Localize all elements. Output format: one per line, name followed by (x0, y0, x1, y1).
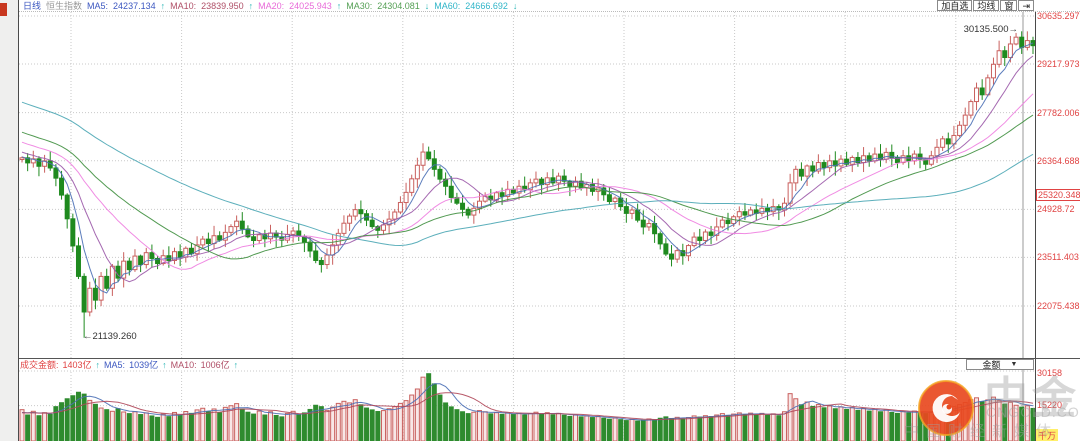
volume-tick-label: 30158 (1037, 368, 1063, 378)
sidebar-divider (18, 0, 19, 441)
price-tick-label: 30635.297 (1037, 11, 1080, 21)
ma30-arrow-icon: ↓ (424, 0, 430, 11)
ma10-label: MA10: (170, 0, 197, 11)
vol-ma10-value: 1006亿 (200, 360, 230, 370)
home-red-flag (0, 3, 7, 16)
ma5-arrow-icon: ↑ (160, 0, 166, 11)
price-tick-label: 23511.403 (1037, 252, 1079, 262)
chart-canvas[interactable] (0, 0, 1080, 441)
volume-mode-dropdown[interactable]: 金额 ▼ (966, 359, 1034, 370)
price-tick-label: 27782.006 (1037, 108, 1080, 118)
price-tick-label: 22075.438 (1037, 301, 1080, 311)
price-axis-divider (1035, 0, 1036, 441)
turnover-value: 1403亿 (62, 360, 92, 370)
volume-unit-badge: 千万 (1036, 429, 1059, 441)
turnover-arrow-icon: ↑ (95, 359, 101, 370)
high-price-annotation: 30135.500→ (963, 24, 1018, 35)
ma60-arrow-icon: ↓ (512, 0, 518, 11)
low-price-annotation: ←21139.260 (83, 331, 137, 342)
vol-ma5-label: MA5: (104, 359, 126, 370)
ma30-label: MA30: (346, 0, 373, 11)
ma10-arrow-icon: ↑ (248, 0, 254, 11)
ma20-arrow-icon: ↑ (336, 0, 342, 11)
stock-app-window: 日线 恒生指数 MA5: 24237.134 ↑ MA10: 23839.950 ↑ M… (0, 0, 1080, 441)
vol-ma5-arrow-icon: ↑ (162, 359, 167, 370)
ma30-value: 24304.081 (377, 0, 420, 11)
period-label[interactable]: 日线 (23, 0, 41, 12)
ma20-value: 24025.943 (289, 0, 332, 11)
volume-tick-label: 15220 (1037, 400, 1063, 410)
ma20-label: MA20: (258, 0, 285, 11)
window-button[interactable]: 窗 (1000, 0, 1018, 11)
volume-indicator-bar: 成交金额: 1403亿 ↑ MA5: 1039亿 ↑ MA10: 1006亿 ↑ (20, 359, 243, 370)
chart-toolbar: 加自选 均线 窗 ⇥ (936, 0, 1034, 11)
ma5-value: 24237.134 (113, 0, 156, 11)
current-price-badge: 25320.348 (1036, 189, 1080, 201)
price-tick-label: 26364.688 (1037, 156, 1080, 166)
vol-ma5-value: 1039亿 (129, 360, 159, 370)
chevron-down-icon: ▼ (1010, 361, 1018, 368)
indicator-bar: 日线 恒生指数 MA5: 24237.134 ↑ MA10: 23839.950 ↑ M… (19, 0, 1080, 12)
symbol-label: 恒生指数 (46, 1, 83, 11)
collapse-panel-icon[interactable]: ⇥ (1018, 0, 1034, 11)
vol-ma10-arrow-icon: ↑ (233, 359, 239, 370)
sidebar (0, 0, 18, 441)
price-tick-label: 24928.72 (1037, 204, 1075, 214)
price-tick-label: 29217.973 (1037, 59, 1080, 69)
turnover-label: 成交金额: (20, 360, 59, 370)
ma60-label: MA60: (434, 0, 461, 11)
add-watchlist-button[interactable]: 加自选 (937, 0, 973, 11)
vol-ma10-label: MA10: (170, 359, 197, 370)
ma5-label: MA5: (87, 0, 109, 11)
ma10-value: 23839.950 (201, 0, 244, 11)
ma-settings-button[interactable]: 均线 (973, 0, 1000, 11)
ma60-value: 24666.692 (465, 0, 508, 11)
